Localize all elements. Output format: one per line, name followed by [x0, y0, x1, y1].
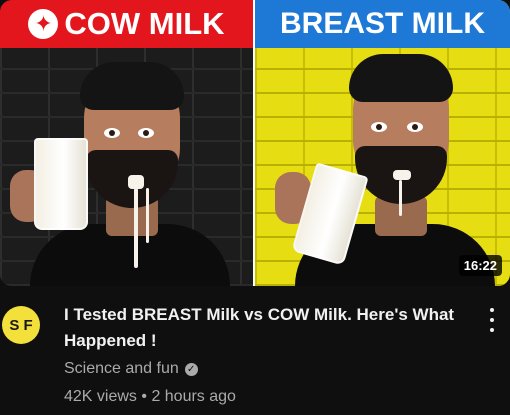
- breast-milk-label: BREAST MILK: [280, 7, 485, 40]
- video-thumbnail[interactable]: ✦ COW MILK BREAST MILK 16:22: [0, 0, 510, 286]
- verified-check-icon: ✓: [184, 362, 198, 376]
- more-vertical-icon[interactable]: [484, 308, 500, 332]
- breast-milk-banner: BREAST MILK: [255, 0, 510, 48]
- view-count: 42K views: [64, 388, 137, 405]
- video-title[interactable]: I Tested BREAST Milk vs COW Milk. Here's…: [64, 302, 464, 354]
- avatar-text: S F: [9, 316, 33, 334]
- cow-milk-label: COW MILK: [64, 6, 225, 41]
- channel-name[interactable]: Science and fun: [64, 360, 179, 378]
- cow-milk-banner: ✦ COW MILK: [0, 0, 253, 48]
- sparkle-icon: ✦: [28, 9, 59, 39]
- channel-avatar[interactable]: S F: [2, 306, 40, 344]
- video-details: S F I Tested BREAST Milk vs COW Milk. He…: [0, 298, 510, 415]
- upload-age: 2 hours ago: [151, 388, 236, 405]
- channel-row: Science and fun ✓: [64, 360, 198, 378]
- duration-badge: 16:22: [458, 255, 502, 276]
- video-stats: 42K views • 2 hours ago: [64, 388, 236, 406]
- thumbnail-divider: [253, 0, 255, 286]
- stats-separator: •: [141, 388, 147, 405]
- milk-glass: [34, 138, 88, 230]
